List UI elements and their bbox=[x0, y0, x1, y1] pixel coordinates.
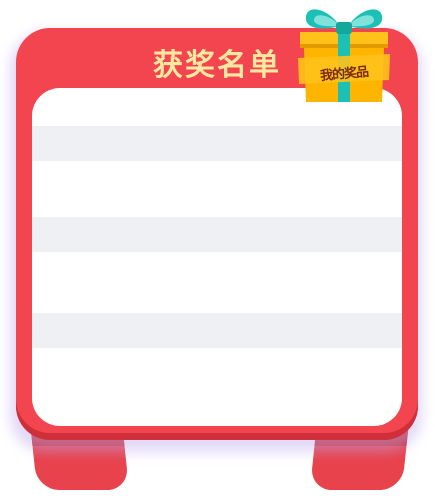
list-row-stripe bbox=[32, 126, 402, 161]
winners-list-card: 获奖名单 我的奖品 bbox=[0, 0, 435, 496]
list-row-stripe bbox=[32, 217, 402, 252]
gift-box-icon bbox=[298, 9, 390, 102]
my-prizes-button[interactable]: 我的奖品 bbox=[296, 0, 392, 108]
list-row-stripe bbox=[32, 313, 402, 348]
winners-list bbox=[32, 88, 402, 426]
